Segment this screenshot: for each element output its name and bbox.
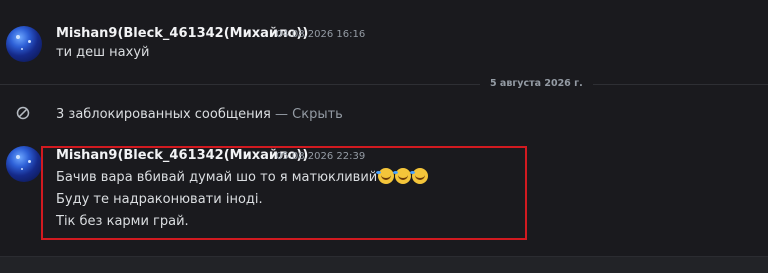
chat-window: Mishan9(Bleck_461342(Михайло)) 04.08.202… — [0, 0, 768, 273]
avatar[interactable] — [6, 26, 42, 62]
timestamp: 04.08.2026 16:16 — [276, 29, 366, 40]
date-divider — [0, 84, 768, 85]
blocked-separator: — — [270, 107, 293, 122]
message-text: ти деш нахуй — [56, 45, 150, 60]
avatar[interactable] — [6, 146, 42, 182]
username[interactable]: Mishan9(Bleck_461342(Михайло)) — [56, 26, 308, 41]
hide-blocked-link[interactable]: Скрыть — [292, 107, 343, 122]
date-divider-label: 5 августа 2026 г. — [480, 78, 593, 89]
blocked-messages-row: 3 заблокированных сообщения — Скрыть — [0, 100, 768, 128]
blocked-count-label: 3 заблокированных сообщения — [56, 107, 271, 122]
blocked-messages-text: 3 заблокированных сообщения — Скрыть — [56, 107, 343, 122]
message-input-bar[interactable] — [0, 256, 768, 273]
blocked-icon — [16, 106, 30, 120]
highlight-box — [41, 146, 527, 240]
